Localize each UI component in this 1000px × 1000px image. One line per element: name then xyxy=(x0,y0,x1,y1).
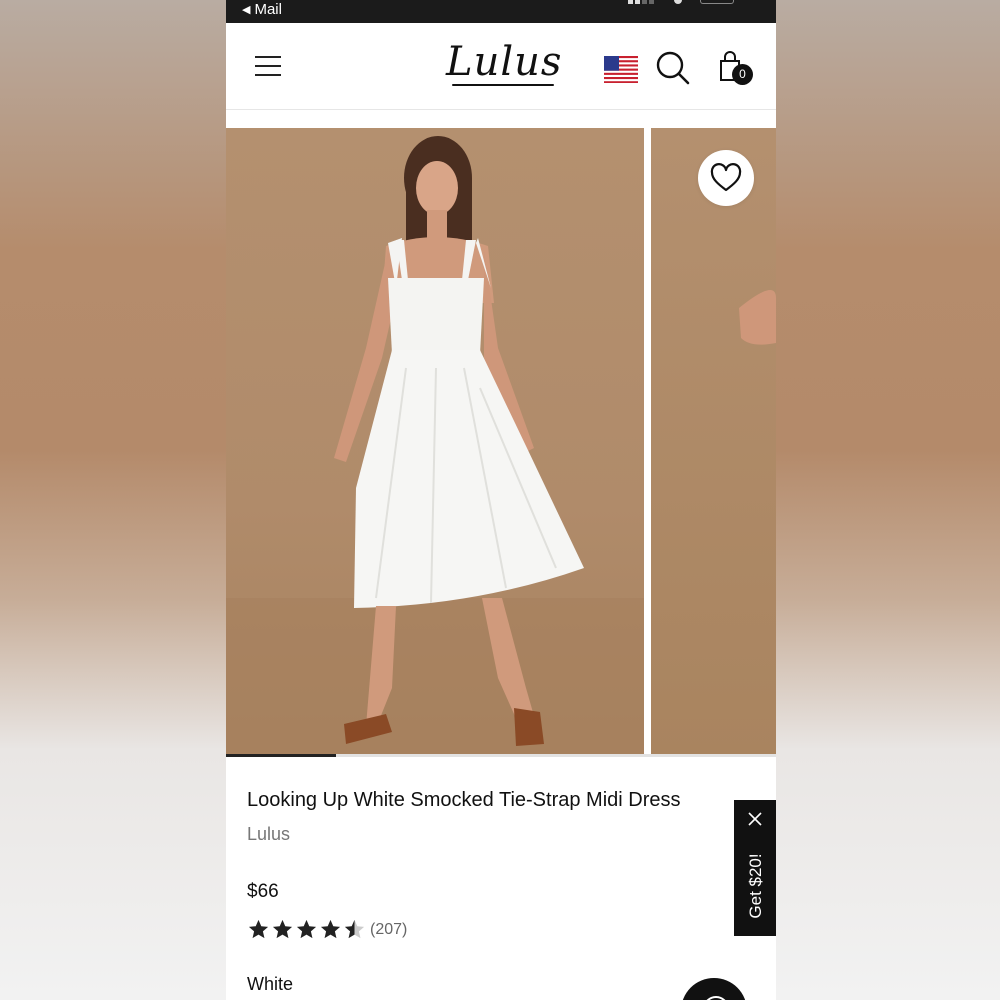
site-header: Lulus 0 xyxy=(226,23,776,110)
product-image-carousel[interactable] xyxy=(226,128,776,756)
back-triangle-icon: ◀ xyxy=(242,4,251,16)
star-icon xyxy=(296,919,317,939)
selected-color-label: White xyxy=(247,974,294,994)
wifi-icon xyxy=(674,0,682,4)
product-price: $66 xyxy=(247,881,279,902)
product-photo-next[interactable] xyxy=(651,128,776,756)
wishlist-button[interactable] xyxy=(698,150,754,206)
product-photo-main[interactable] xyxy=(226,128,644,756)
promo-label[interactable]: Get $20! xyxy=(746,834,766,938)
product-brand[interactable]: Lulus xyxy=(247,824,290,845)
model-shoulder-partial-image xyxy=(739,290,776,345)
mobile-browser-viewport: ◀ Mail Lulus 0 Looking Up White Smocked … xyxy=(226,0,776,1000)
us-flag-icon[interactable] xyxy=(604,56,638,83)
menu-icon[interactable] xyxy=(255,56,281,76)
product-rating[interactable]: (207) xyxy=(247,918,407,941)
carousel-progress-fill xyxy=(226,754,336,757)
product-title: Looking Up White Smocked Tie-Strap Midi … xyxy=(247,789,681,811)
star-icon xyxy=(272,919,293,939)
close-icon[interactable] xyxy=(747,811,763,827)
back-to-mail-link[interactable]: ◀ Mail xyxy=(242,1,282,18)
chat-icon xyxy=(703,996,729,1000)
carousel-progress-bar xyxy=(226,754,776,757)
half-star-icon xyxy=(344,919,365,939)
cellular-signal-icon xyxy=(628,0,654,4)
status-bar: ◀ Mail xyxy=(226,0,776,23)
star-icon xyxy=(248,919,269,939)
back-label: Mail xyxy=(254,1,282,18)
heart-icon xyxy=(710,163,742,192)
battery-icon xyxy=(700,0,734,4)
search-icon[interactable] xyxy=(656,51,690,85)
cart-count-badge[interactable]: 0 xyxy=(732,64,753,85)
get-20-promo-tab[interactable]: Get $20! xyxy=(734,800,776,936)
star-icon xyxy=(320,919,341,939)
brand-logo[interactable]: Lulus xyxy=(446,39,562,85)
review-count[interactable]: (207) xyxy=(370,921,407,939)
logo-swash xyxy=(452,84,554,86)
chat-support-button[interactable] xyxy=(681,978,747,1000)
model-white-dress-image xyxy=(226,136,644,756)
